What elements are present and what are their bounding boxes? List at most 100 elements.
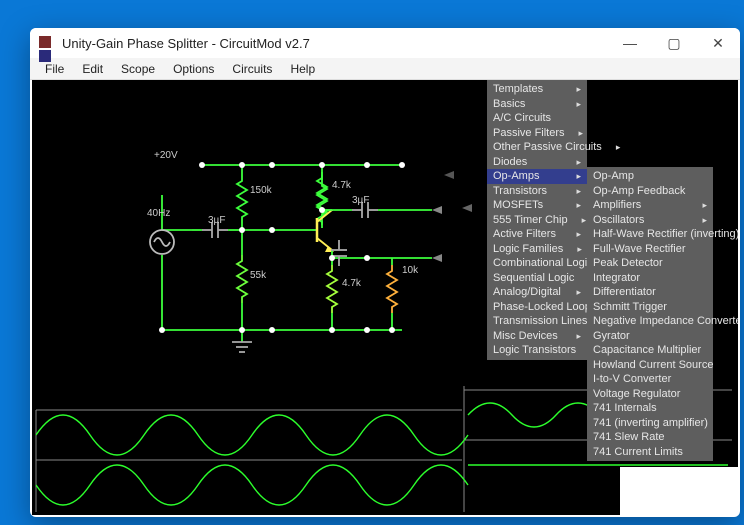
- label-r1: 150k: [250, 185, 272, 196]
- chevron-right-icon: ▸: [577, 242, 582, 256]
- chevron-right-icon: ▸: [576, 329, 581, 343]
- chevron-right-icon: ▸: [576, 285, 581, 299]
- menu-item-label: 555 Timer Chip: [493, 213, 582, 227]
- menu-file[interactable]: File: [36, 60, 73, 78]
- label-voltage: +20V: [154, 150, 178, 161]
- menu-item-capacitance-multiplier[interactable]: Capacitance Multiplier: [587, 343, 713, 358]
- menu-help[interactable]: Help: [281, 60, 324, 78]
- menu-item-label: Oscillators: [593, 213, 702, 227]
- menu-item-negative-impedance-converter[interactable]: Negative Impedance Converter: [587, 314, 713, 329]
- menu-item-label: Op-Amp Feedback: [593, 184, 707, 198]
- menu-item-label: 741 Current Limits: [593, 445, 707, 459]
- menu-item-mosfets[interactable]: MOSFETs▸: [487, 198, 587, 213]
- menu-item-peak-detector[interactable]: Peak Detector: [587, 256, 713, 271]
- chevron-right-icon: ▸: [576, 82, 581, 96]
- menu-item-label: Integrator: [593, 271, 707, 285]
- chevron-right-icon: ▸: [576, 97, 581, 111]
- minimize-button[interactable]: —: [608, 28, 652, 58]
- menu-item-label: 741 Internals: [593, 401, 707, 415]
- label-c1: 3µF: [208, 215, 225, 226]
- menu-item-logic-transistors[interactable]: Logic Transistors▸: [487, 343, 587, 358]
- close-button[interactable]: ✕: [696, 28, 740, 58]
- chevron-right-icon: ▸: [616, 140, 621, 154]
- menu-item-transmission-lines[interactable]: Transmission Lines▸: [487, 314, 587, 329]
- menu-item-741-current-limits[interactable]: 741 Current Limits: [587, 445, 713, 460]
- opamps-submenu: Op-AmpOp-Amp FeedbackAmplifiers▸Oscillat…: [587, 167, 713, 461]
- menu-scope[interactable]: Scope: [112, 60, 164, 78]
- menu-item-label: Half-Wave Rectifier (inverting): [593, 227, 738, 241]
- menu-item-label: Op-Amp: [593, 169, 707, 183]
- menu-item-integrator[interactable]: Integrator: [587, 271, 713, 286]
- menu-item-label: Howland Current Source: [593, 358, 727, 372]
- menu-item-passive-filters[interactable]: Passive Filters▸: [487, 126, 587, 141]
- menu-item-label: Logic Families: [493, 242, 577, 256]
- menu-item-howland-current-source[interactable]: Howland Current Source: [587, 358, 713, 373]
- menu-item-full-wave-rectifier[interactable]: Full-Wave Rectifier: [587, 242, 713, 257]
- menu-item-label: 741 Slew Rate: [593, 430, 707, 444]
- menu-item-label: Gyrator: [593, 329, 707, 343]
- menu-item-label: Templates: [493, 82, 576, 96]
- menu-item-differentiator[interactable]: Differentiator: [587, 285, 713, 300]
- menu-options[interactable]: Options: [164, 60, 223, 78]
- menu-item-templates[interactable]: Templates▸: [487, 82, 587, 97]
- menu-item-voltage-regulator[interactable]: Voltage Regulator: [587, 387, 713, 402]
- window-title: Unity-Gain Phase Splitter - CircuitMod v…: [62, 36, 608, 51]
- menu-item-a-c-circuits[interactable]: A/C Circuits: [487, 111, 587, 126]
- menu-item-label: Passive Filters: [493, 126, 579, 140]
- menu-item-oscillators[interactable]: Oscillators▸: [587, 213, 713, 228]
- label-r3: 4.7k: [332, 180, 351, 191]
- menu-item-label: Logic Transistors: [493, 343, 590, 357]
- menu-item-741-slew-rate[interactable]: 741 Slew Rate: [587, 430, 713, 445]
- menu-item-555-timer-chip[interactable]: 555 Timer Chip▸: [487, 213, 587, 228]
- chevron-right-icon: ▸: [702, 198, 707, 212]
- menu-item-label: Active Filters: [493, 227, 576, 241]
- menu-item-label: Voltage Regulator: [593, 387, 707, 401]
- menu-item-basics[interactable]: Basics▸: [487, 97, 587, 112]
- menu-item-phase-locked-loops[interactable]: Phase-Locked Loops▸: [487, 300, 587, 315]
- menu-item-other-passive-circuits[interactable]: Other Passive Circuits▸: [487, 140, 587, 155]
- maximize-button[interactable]: ▢: [652, 28, 696, 58]
- chevron-right-icon: ▸: [576, 184, 581, 198]
- menu-item-label: Negative Impedance Converter: [593, 314, 738, 328]
- menu-item-half-wave-rectifier-inverting-[interactable]: Half-Wave Rectifier (inverting): [587, 227, 713, 242]
- menu-item-label: Transistors: [493, 184, 576, 198]
- menu-item-i-to-v-converter[interactable]: I-to-V Converter: [587, 372, 713, 387]
- menu-item-741-inverting-amplifier-[interactable]: 741 (inverting amplifier): [587, 416, 713, 431]
- menu-item-label: Differentiator: [593, 285, 707, 299]
- menu-item-label: Misc Devices: [493, 329, 576, 343]
- label-c2: 3µF: [352, 195, 369, 206]
- menu-item-op-amp-feedback[interactable]: Op-Amp Feedback: [587, 184, 713, 199]
- menu-item-label: Op-Amps: [493, 169, 576, 183]
- chevron-right-icon: ▸: [579, 126, 584, 140]
- menu-item-label: Full-Wave Rectifier: [593, 242, 707, 256]
- chevron-right-icon: ▸: [576, 198, 581, 212]
- menu-item-logic-families[interactable]: Logic Families▸: [487, 242, 587, 257]
- menu-item-op-amps[interactable]: Op-Amps▸: [487, 169, 587, 184]
- chevron-right-icon: ▸: [576, 169, 581, 183]
- menu-item-label: Analog/Digital: [493, 285, 576, 299]
- menu-item-label: Transmission Lines: [493, 314, 601, 328]
- menu-item-label: Schmitt Trigger: [593, 300, 707, 314]
- menubar: File Edit Scope Options Circuits Help: [30, 58, 740, 80]
- menu-item-op-amp[interactable]: Op-Amp: [587, 169, 713, 184]
- circuits-submenu: Templates▸Basics▸A/C CircuitsPassive Fil…: [487, 80, 587, 360]
- menu-item-analog-digital[interactable]: Analog/Digital▸: [487, 285, 587, 300]
- label-freq: 40Hz: [147, 208, 170, 219]
- circuit-canvas[interactable]: +20V 40Hz 150k 55k 4.7k 4.7k 10k 3µF 3µF…: [32, 80, 738, 515]
- menu-edit[interactable]: Edit: [73, 60, 112, 78]
- menu-item-gyrator[interactable]: Gyrator: [587, 329, 713, 344]
- menu-item-sequential-logic[interactable]: Sequential Logic▸: [487, 271, 587, 286]
- chevron-right-icon: ▸: [582, 213, 587, 227]
- menu-item-active-filters[interactable]: Active Filters▸: [487, 227, 587, 242]
- menu-item-combinational-logic[interactable]: Combinational Logic▸: [487, 256, 587, 271]
- menu-circuits[interactable]: Circuits: [223, 60, 281, 78]
- menu-item-misc-devices[interactable]: Misc Devices▸: [487, 329, 587, 344]
- menu-item-amplifiers[interactable]: Amplifiers▸: [587, 198, 713, 213]
- menu-item-741-internals[interactable]: 741 Internals: [587, 401, 713, 416]
- menu-item-label: Capacitance Multiplier: [593, 343, 715, 357]
- menu-item-schmitt-trigger[interactable]: Schmitt Trigger: [587, 300, 713, 315]
- menu-item-diodes[interactable]: Diodes▸: [487, 155, 587, 170]
- label-r5: 10k: [402, 265, 418, 276]
- menu-item-label: Sequential Logic: [493, 271, 588, 285]
- menu-item-transistors[interactable]: Transistors▸: [487, 184, 587, 199]
